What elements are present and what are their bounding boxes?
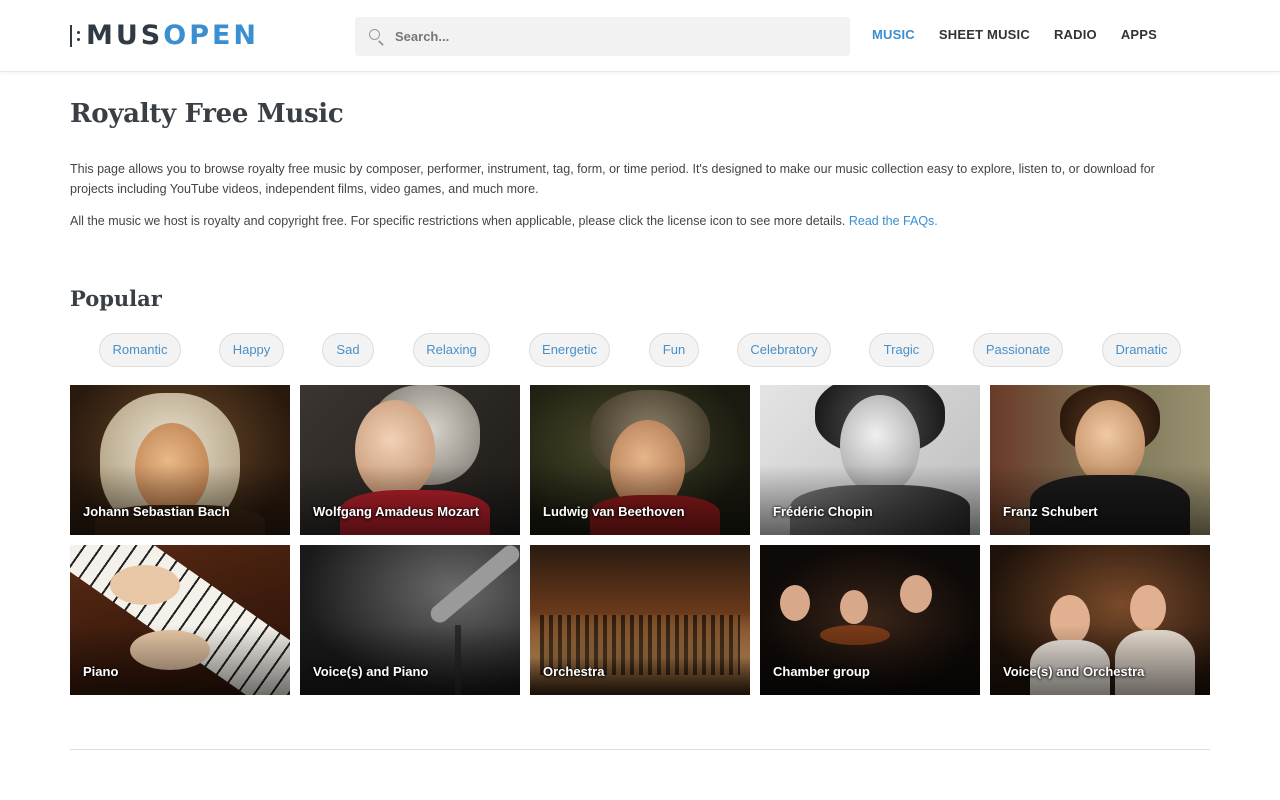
nav-sheet-music[interactable]: SHEET MUSIC	[939, 27, 1030, 42]
mood-tags: Romantic Happy Sad Relaxing Energetic Fu…	[70, 333, 1210, 367]
card-chopin[interactable]: Frédéric Chopin	[760, 385, 980, 535]
card-piano[interactable]: Piano	[70, 545, 290, 695]
card-orchestra[interactable]: Orchestra	[530, 545, 750, 695]
card-label: Piano	[83, 664, 119, 679]
tag-relaxing[interactable]: Relaxing	[413, 333, 490, 367]
card-chamber-group[interactable]: Chamber group	[760, 545, 980, 695]
popular-heading: Popular	[70, 286, 162, 311]
card-shade	[760, 465, 980, 535]
card-beethoven[interactable]: Ludwig van Beethoven	[530, 385, 750, 535]
nav-apps[interactable]: APPS	[1121, 27, 1157, 42]
card-label: Franz Schubert	[1003, 504, 1098, 519]
card-bach[interactable]: Johann Sebastian Bach	[70, 385, 290, 535]
card-voices-orchestra[interactable]: Voice(s) and Orchestra	[990, 545, 1210, 695]
card-shade	[530, 465, 750, 535]
card-label: Voice(s) and Piano	[313, 664, 429, 679]
nav-music[interactable]: MUSIC	[872, 27, 915, 42]
card-shade	[300, 625, 520, 695]
card-label: Johann Sebastian Bach	[83, 504, 230, 519]
card-shade	[990, 625, 1210, 695]
intro-paragraph: This page allows you to browse royalty f…	[70, 162, 1155, 196]
main-content: Royalty Free Music This page allows you …	[70, 72, 1210, 695]
logo-mark-icon	[70, 25, 80, 47]
tag-celebratory[interactable]: Celebratory	[737, 333, 831, 367]
tag-happy[interactable]: Happy	[219, 333, 284, 367]
card-label: Frédéric Chopin	[773, 504, 873, 519]
card-shade	[70, 625, 290, 695]
card-shade	[300, 465, 520, 535]
card-voices-piano[interactable]: Voice(s) and Piano	[300, 545, 520, 695]
section-divider	[70, 749, 1210, 750]
card-shade	[760, 625, 980, 695]
site-header: MUSOPEN MUSIC SHEET MUSIC RADIO APPS	[0, 0, 1280, 72]
card-label: Chamber group	[773, 664, 870, 679]
card-mozart[interactable]: Wolfgang Amadeus Mozart	[300, 385, 520, 535]
nav-radio[interactable]: RADIO	[1054, 27, 1097, 42]
tag-passionate[interactable]: Passionate	[973, 333, 1063, 367]
card-label: Voice(s) and Orchestra	[1003, 664, 1145, 679]
card-shade	[530, 625, 750, 695]
tag-sad[interactable]: Sad	[322, 333, 374, 367]
tag-tragic[interactable]: Tragic	[869, 333, 934, 367]
main-nav: MUSIC SHEET MUSIC RADIO APPS	[872, 27, 1157, 42]
card-label: Ludwig van Beethoven	[543, 504, 685, 519]
faq-link[interactable]: Read the FAQs.	[849, 214, 938, 228]
card-label: Orchestra	[543, 664, 605, 679]
musopen-logo[interactable]: MUSOPEN	[70, 22, 259, 50]
search-input[interactable]	[395, 29, 815, 44]
card-shade	[990, 465, 1210, 535]
license-paragraph: All the music we host is royalty and cop…	[70, 211, 1210, 231]
card-shade	[70, 465, 290, 535]
search-icon	[369, 28, 385, 46]
tag-energetic[interactable]: Energetic	[529, 333, 610, 367]
card-schubert[interactable]: Franz Schubert	[990, 385, 1210, 535]
logo-text: MUSOPEN	[86, 20, 260, 51]
tag-dramatic[interactable]: Dramatic	[1102, 333, 1181, 367]
search-box	[355, 17, 850, 56]
tag-romantic[interactable]: Romantic	[99, 333, 181, 367]
license-text: All the music we host is royalty and cop…	[70, 214, 846, 228]
page-title: Royalty Free Music	[70, 99, 344, 129]
tag-fun[interactable]: Fun	[649, 333, 699, 367]
card-label: Wolfgang Amadeus Mozart	[313, 504, 480, 519]
